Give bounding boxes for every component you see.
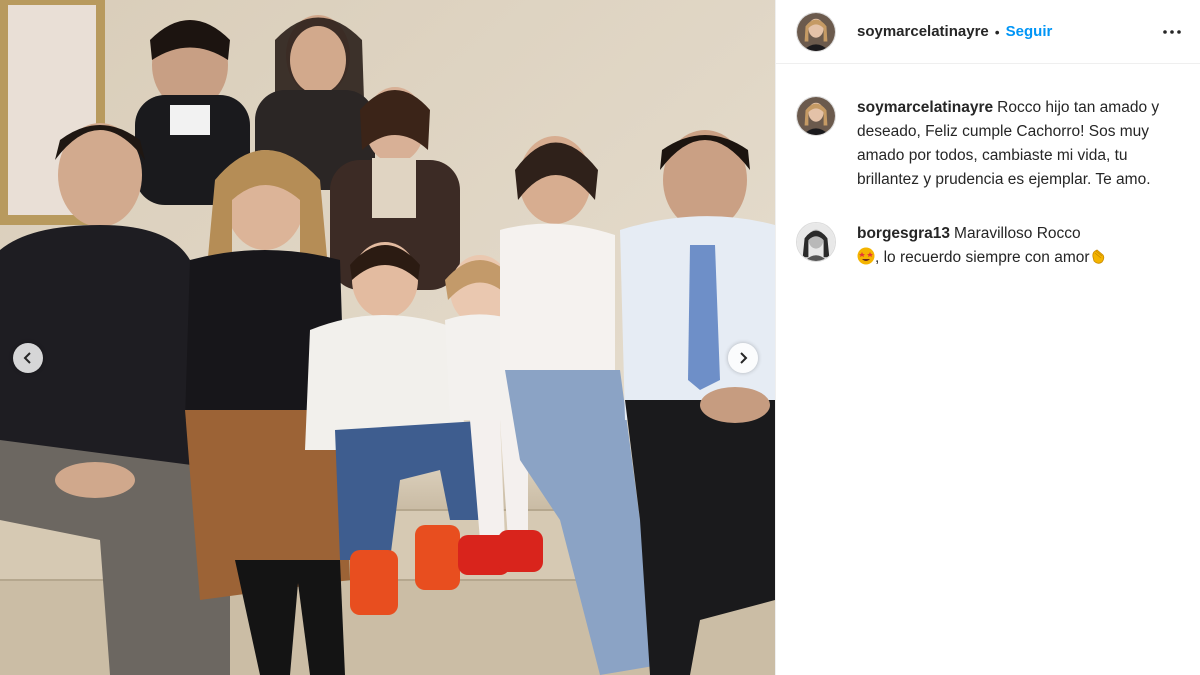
comment-username[interactable]: borgesgra13 xyxy=(857,225,950,242)
comment-avatar[interactable] xyxy=(796,222,836,262)
post-side-panel: soymarcelatinayre • Seguir soymarcelatin… xyxy=(775,0,1200,675)
comment-text: , lo recuerdo siempre con amor xyxy=(875,249,1090,266)
star-struck-emoji-icon xyxy=(857,247,875,265)
chevron-left-icon xyxy=(23,352,31,364)
comments-list: soymarcelatinayre Rocco hijo tan amado y … xyxy=(776,64,1200,270)
carousel-prev-button[interactable] xyxy=(13,343,43,373)
comment-avatar[interactable] xyxy=(796,96,836,136)
more-horizontal-icon xyxy=(1163,29,1181,34)
follow-button[interactable]: Seguir xyxy=(1006,23,1053,40)
author-avatar[interactable] xyxy=(796,11,836,52)
caption-comment: soymarcelatinayre Rocco hijo tan amado y … xyxy=(796,96,1180,192)
comment-body: soymarcelatinayre Rocco hijo tan amado y … xyxy=(857,96,1177,192)
post-header: soymarcelatinayre • Seguir xyxy=(776,0,1200,64)
post-media[interactable] xyxy=(0,0,775,675)
comment-body: borgesgra13 Maravilloso Rocco , lo recuer… xyxy=(857,222,1177,270)
comment-text: Maravilloso Rocco xyxy=(954,225,1081,242)
author-username[interactable]: soymarcelatinayre xyxy=(857,23,989,40)
list-item: borgesgra13 Maravilloso Rocco , lo recuer… xyxy=(796,222,1180,270)
separator-dot: • xyxy=(994,23,1000,40)
comment-username[interactable]: soymarcelatinayre xyxy=(857,99,993,116)
more-options-button[interactable] xyxy=(1160,20,1184,44)
family-photo xyxy=(0,0,775,675)
clapping-hands-emoji-icon xyxy=(1091,249,1104,264)
chevron-right-icon xyxy=(740,352,748,364)
carousel-next-button[interactable] xyxy=(728,343,758,373)
